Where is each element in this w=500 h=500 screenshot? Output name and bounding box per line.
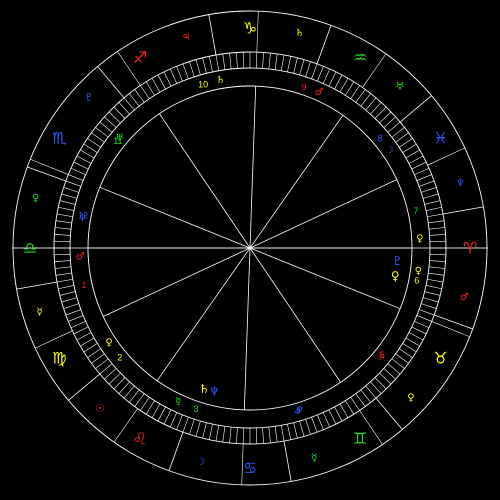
libra-icon: ♎: [23, 239, 37, 258]
venus-ruler-icon: ♀: [32, 193, 39, 204]
house-3-cusp-icon: ☿: [175, 397, 181, 408]
leo-icon: ♌: [133, 429, 147, 448]
uranus-ruler-icon: ♅: [396, 82, 405, 93]
house-2-cusp-icon: ♀: [105, 338, 112, 349]
venus-ruler-icon: ♀: [407, 393, 414, 404]
house-10-cusp-icon: ♄: [216, 75, 225, 86]
natal-chart: ♈ ♂ ♉ ♀ ♊ ☿ ♋ ☽ ♌ ☉ ♍ ☿ ♎ ♀ ♏ ♇ ♐ ♃ ♑ ♄ ♒ ♅ ♓ ♆ 1 ♂ 2 ♀ 3 ☿ 4 ♆ 5 ☉ 6 ♀ 7 ♀ 8 ☽…: [0, 0, 500, 500]
pisces-icon: ♓: [433, 129, 447, 148]
moon-ruler-icon: ☽: [196, 457, 205, 468]
house-5-cusp-icon: ☉: [376, 352, 385, 363]
saturn-ruler-icon: ♄: [295, 28, 304, 39]
mars-ruler-icon: ♂: [460, 292, 469, 303]
venus-icon: ♀: [391, 269, 400, 283]
house-4-cusp-icon: ♆: [295, 405, 304, 416]
house-6-cusp-icon: ♀: [415, 266, 422, 277]
taurus-icon: ♉: [433, 349, 447, 368]
sagittarius-icon: ♐: [133, 48, 147, 67]
virgo-icon: ♍: [52, 349, 66, 368]
house-12-cusp-icon: ♆: [78, 213, 87, 224]
pluto-ruler-icon: ♇: [85, 92, 94, 103]
house-number-9: 9: [301, 82, 306, 92]
house-number-8: 8: [378, 134, 383, 144]
pluto-icon: ♇: [392, 254, 403, 268]
house-number-2: 2: [117, 352, 122, 362]
capricorn-icon: ♑: [243, 19, 257, 38]
chart-wheel: ♈♂♉♀♊☿♋☽♌☉♍☿♎♀♏♇♐♃♑ ♄♒♅♓♆1♂2♀3☿4♆5☉6♀7♀8☽…: [0, 0, 500, 500]
house-number-1: 1: [82, 280, 87, 290]
jupiter-ruler-icon: ♃: [181, 32, 190, 43]
cancer-icon: ♋: [243, 459, 257, 478]
house-11-cusp-icon: ♅: [115, 133, 124, 144]
house-number-3: 3: [194, 404, 199, 414]
aquarius-icon: ♒: [353, 48, 367, 67]
house-number-7: 7: [413, 206, 418, 216]
house-8-cusp-icon: ☽: [385, 145, 394, 156]
mercury-ruler-icon: ☿: [311, 453, 317, 464]
aries-icon: ♈: [463, 239, 477, 258]
neptune-ruler-icon: ♆: [456, 178, 465, 189]
mercury-ruler-icon: ☿: [37, 307, 43, 318]
neptune-icon: ♆: [209, 385, 220, 399]
house-7-cusp-icon: ♀: [416, 234, 423, 245]
sun-ruler-icon: ☉: [95, 403, 104, 414]
gemini-icon: ♊: [353, 429, 367, 448]
house-1-cusp-icon: ♂: [76, 251, 85, 262]
scorpio-icon: ♏: [52, 129, 66, 148]
house-number-10: 10: [198, 80, 208, 90]
house-9-cusp-icon: ♂: [315, 87, 324, 98]
